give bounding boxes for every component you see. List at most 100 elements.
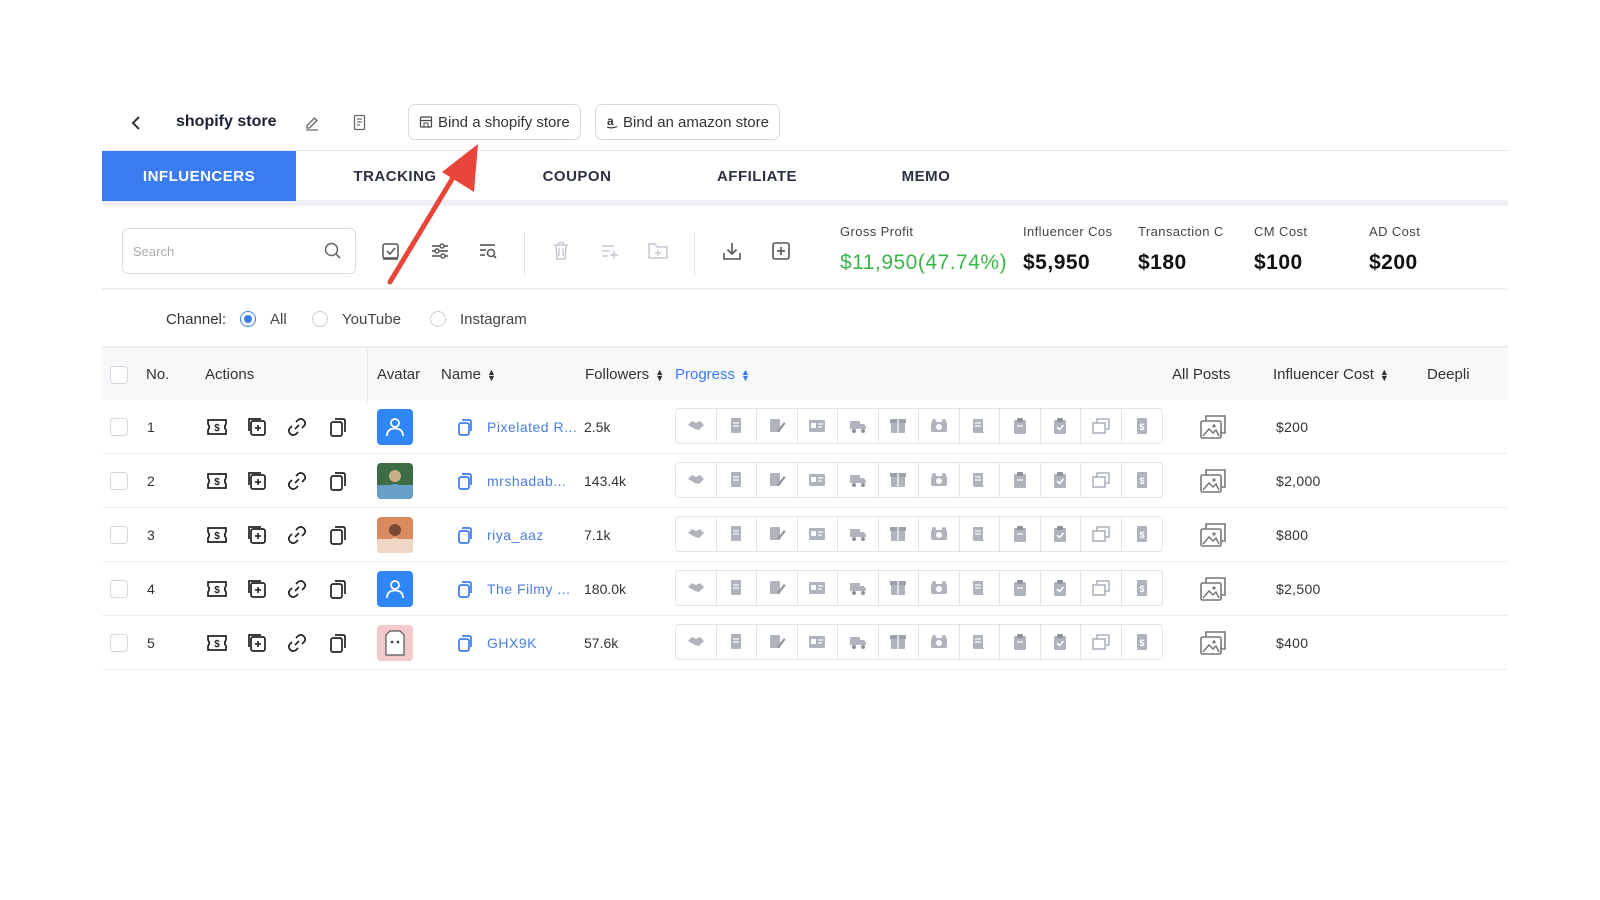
copy-icon[interactable]: [456, 417, 474, 442]
delete-trash-icon[interactable]: [548, 238, 574, 264]
money-ticket-icon[interactable]: $: [205, 415, 229, 439]
add-copy-icon[interactable]: [245, 415, 269, 439]
channel-radio-all[interactable]: All: [240, 311, 287, 328]
progress-step-contract-icon[interactable]: [717, 517, 757, 551]
filter-sliders-icon[interactable]: [427, 238, 453, 264]
add-square-icon[interactable]: [768, 238, 794, 264]
progress-step-contract-icon[interactable]: [717, 463, 757, 497]
progress-step-photos-icon[interactable]: [1081, 463, 1122, 497]
tab-affiliate[interactable]: AFFILIATE: [660, 151, 854, 201]
progress-step-truck-icon[interactable]: [838, 571, 879, 605]
progress-step-clipboard-icon[interactable]: [1000, 625, 1041, 659]
progress-step-invoice-icon[interactable]: $: [1122, 625, 1163, 659]
back-chevron-icon[interactable]: [124, 112, 148, 136]
progress-step-package-icon[interactable]: [879, 517, 919, 551]
progress-step-package-icon[interactable]: [879, 463, 919, 497]
tab-coupon[interactable]: COUPON: [494, 151, 660, 201]
progress-step-script-icon[interactable]: [960, 571, 1000, 605]
download-icon[interactable]: [719, 238, 745, 264]
influencer-name-link[interactable]: riya_aaz: [487, 527, 544, 543]
tab-influencers[interactable]: INFLUENCERS: [102, 151, 296, 201]
progress-step-invoice-icon[interactable]: $: [1122, 571, 1163, 605]
progress-step-handshake-icon[interactable]: [676, 463, 717, 497]
progress-step-clipboard-icon[interactable]: [1000, 571, 1041, 605]
progress-step-package-icon[interactable]: [879, 571, 919, 605]
duplicate-icon[interactable]: [326, 415, 350, 439]
bind-shopify-button[interactable]: Bind a shopify store: [408, 104, 581, 140]
gallery-icon[interactable]: [1198, 629, 1228, 662]
avatar[interactable]: [377, 625, 413, 661]
progress-step-photos-icon[interactable]: [1081, 517, 1122, 551]
progress-step-script-icon[interactable]: [960, 625, 1000, 659]
progress-step-id-card-icon[interactable]: [798, 409, 838, 443]
influencer-name-link[interactable]: GHX9K: [487, 635, 537, 651]
link-icon[interactable]: [285, 523, 309, 547]
col-name[interactable]: Name ▲ ▼: [441, 366, 496, 383]
progress-step-id-card-icon[interactable]: [798, 517, 838, 551]
row-checkbox[interactable]: [110, 580, 128, 598]
progress-step-id-card-icon[interactable]: [798, 571, 838, 605]
radio-dot[interactable]: [430, 311, 446, 327]
progress-step-approved-icon[interactable]: [1041, 463, 1081, 497]
bind-amazon-button[interactable]: a Bind an amazon store: [595, 104, 780, 140]
money-ticket-icon[interactable]: $: [205, 469, 229, 493]
progress-step-script-icon[interactable]: [960, 517, 1000, 551]
progress-step-camera-icon[interactable]: [919, 517, 960, 551]
progress-step-approved-icon[interactable]: [1041, 409, 1081, 443]
select-all-checkbox[interactable]: [110, 366, 128, 384]
document-icon[interactable]: [348, 111, 372, 135]
search-input[interactable]: [133, 243, 313, 259]
influencer-name-link[interactable]: mrshadab...: [487, 473, 566, 489]
sort-icon[interactable]: ▲ ▼: [1380, 367, 1389, 382]
add-copy-icon[interactable]: [245, 523, 269, 547]
table-row[interactable]: 4 $ The Filmy ... 180.0k $ $2,500: [102, 562, 1508, 616]
progress-step-clipboard-icon[interactable]: [1000, 517, 1041, 551]
progress-step-contract-icon[interactable]: [717, 409, 757, 443]
link-icon[interactable]: [285, 631, 309, 655]
progress-step-sign-icon[interactable]: [757, 409, 798, 443]
progress-step-camera-icon[interactable]: [919, 625, 960, 659]
duplicate-icon[interactable]: [326, 631, 350, 655]
progress-step-sign-icon[interactable]: [757, 517, 798, 551]
row-checkbox[interactable]: [110, 418, 128, 436]
col-followers[interactable]: Followers ▲ ▼: [585, 366, 664, 383]
sort-icon[interactable]: ▲ ▼: [655, 367, 664, 382]
add-to-list-icon[interactable]: [597, 238, 623, 264]
progress-step-approved-icon[interactable]: [1041, 571, 1081, 605]
progress-step-handshake-icon[interactable]: [676, 571, 717, 605]
influencer-name-link[interactable]: The Filmy ...: [487, 581, 571, 597]
row-checkbox[interactable]: [110, 526, 128, 544]
progress-step-id-card-icon[interactable]: [798, 625, 838, 659]
progress-step-clipboard-icon[interactable]: [1000, 409, 1041, 443]
progress-step-package-icon[interactable]: [879, 409, 919, 443]
progress-step-camera-icon[interactable]: [919, 409, 960, 443]
copy-icon[interactable]: [456, 579, 474, 604]
money-ticket-icon[interactable]: $: [205, 523, 229, 547]
gallery-icon[interactable]: [1198, 413, 1228, 446]
progress-step-approved-icon[interactable]: [1041, 517, 1081, 551]
copy-icon[interactable]: [456, 633, 474, 658]
avatar[interactable]: [377, 517, 413, 553]
progress-step-camera-icon[interactable]: [919, 463, 960, 497]
link-icon[interactable]: [285, 577, 309, 601]
progress-step-handshake-icon[interactable]: [676, 625, 717, 659]
progress-step-photos-icon[interactable]: [1081, 409, 1122, 443]
channel-radio-instagram[interactable]: Instagram: [430, 311, 527, 328]
tab-memo[interactable]: MEMO: [854, 151, 998, 201]
col-influencer-cost[interactable]: Influencer Cost ▲ ▼: [1273, 366, 1389, 383]
duplicate-icon[interactable]: [326, 577, 350, 601]
progress-step-truck-icon[interactable]: [838, 409, 879, 443]
edit-pencil-icon[interactable]: [300, 111, 324, 135]
progress-step-camera-icon[interactable]: [919, 571, 960, 605]
table-row[interactable]: 1 $ Pixelated R... 2.5k $ $200: [102, 400, 1508, 454]
radio-dot[interactable]: [240, 311, 256, 327]
table-row[interactable]: 2 $ mrshadab... 143.4k $ $2,000: [102, 454, 1508, 508]
avatar[interactable]: [377, 463, 413, 499]
gallery-icon[interactable]: [1198, 575, 1228, 608]
search-icon[interactable]: [323, 241, 343, 266]
progress-step-photos-icon[interactable]: [1081, 571, 1122, 605]
gallery-icon[interactable]: [1198, 521, 1228, 554]
sort-icon[interactable]: ▲ ▼: [741, 367, 750, 382]
progress-step-sign-icon[interactable]: [757, 463, 798, 497]
duplicate-icon[interactable]: [326, 469, 350, 493]
